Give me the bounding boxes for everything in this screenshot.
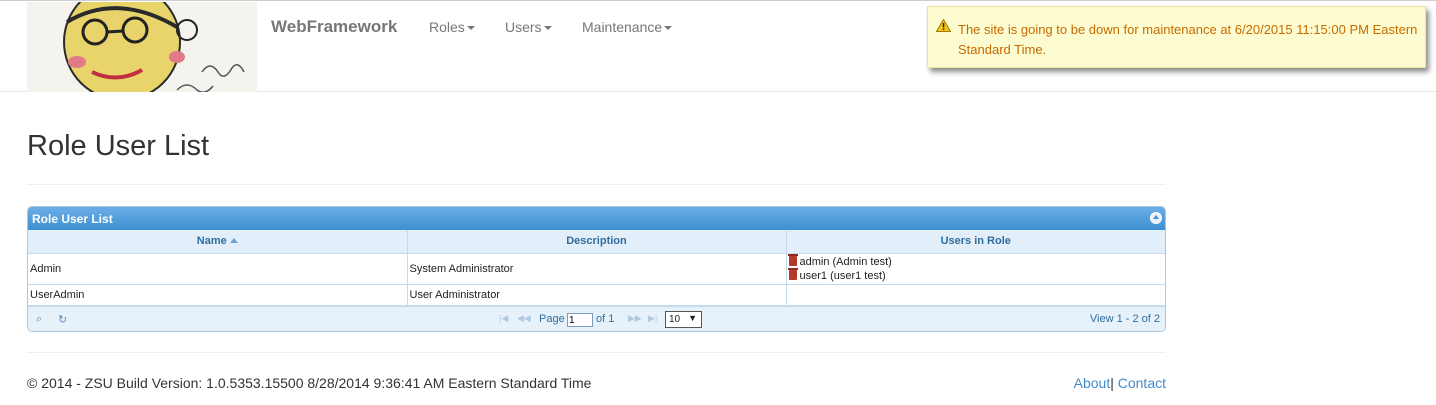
grid-table: Name Description Users in Role Admin Sys… bbox=[28, 230, 1165, 306]
nav-roles-dropdown[interactable]: Roles bbox=[429, 19, 475, 35]
page-label: Page bbox=[539, 313, 565, 325]
caret-down-icon bbox=[466, 26, 475, 31]
cell-description: System Administrator bbox=[407, 253, 787, 285]
column-header-label: Name bbox=[196, 235, 227, 248]
record-count: View 1 - 2 of 2 bbox=[1089, 313, 1160, 325]
nav-maintenance-label: Maintenance bbox=[582, 19, 663, 35]
collapse-grid-button[interactable] bbox=[1150, 212, 1162, 224]
nav-roles-label: Roles bbox=[429, 19, 465, 35]
caret-down-icon bbox=[664, 26, 673, 31]
grid-caption-title: Role User List bbox=[32, 212, 113, 226]
next-page-icon[interactable]: ▶▶ bbox=[628, 313, 642, 324]
page-number-input[interactable] bbox=[567, 313, 593, 327]
divider bbox=[27, 184, 1166, 185]
column-header-name[interactable]: Name bbox=[28, 230, 408, 254]
nav-users-label: Users bbox=[505, 19, 542, 35]
column-header-description[interactable]: Description bbox=[407, 230, 787, 254]
rows-per-page-select[interactable]: 10 ▼ bbox=[665, 311, 702, 328]
grid-pager: ⌕ ↻ |◀ ◀◀ Page of 1 ▶▶ ▶| 10 ▼ View 1 - … bbox=[28, 306, 1165, 331]
maintenance-alert: The site is going to be down for mainten… bbox=[927, 6, 1426, 68]
footer-links: About| Contact bbox=[1074, 375, 1166, 391]
first-page-icon[interactable]: |◀ bbox=[499, 313, 508, 324]
page-total: of 1 bbox=[596, 313, 615, 325]
caret-down-icon bbox=[543, 26, 552, 31]
role-user-grid: Role User List Name Description Users in… bbox=[27, 206, 1166, 332]
nav-maintenance-dropdown[interactable]: Maintenance bbox=[582, 19, 673, 35]
about-link[interactable]: About bbox=[1074, 375, 1111, 391]
role-user-link[interactable]: user1 (user1 test) bbox=[787, 267, 1166, 283]
role-user-label: admin (Admin test) bbox=[799, 255, 892, 268]
search-icon[interactable]: ⌕ bbox=[36, 313, 42, 326]
prev-page-icon[interactable]: ◀◀ bbox=[517, 313, 531, 324]
page-title: Role User List bbox=[27, 130, 210, 162]
cell-users bbox=[786, 284, 1165, 306]
footer-divider bbox=[27, 352, 1166, 353]
brand-title[interactable]: WebFramework bbox=[271, 17, 397, 37]
grid-caption: Role User List bbox=[28, 207, 1165, 230]
role-user-label: user1 (user1 test) bbox=[799, 269, 886, 282]
cell-name: Admin bbox=[28, 253, 408, 285]
chevron-down-icon: ▼ bbox=[688, 313, 697, 323]
rows-per-page-value: 10 bbox=[669, 314, 681, 325]
footer-build-info: © 2014 - ZSU Build Version: 1.0.5353.155… bbox=[27, 375, 592, 391]
last-page-icon[interactable]: ▶| bbox=[648, 313, 657, 324]
contact-link[interactable]: Contact bbox=[1118, 375, 1166, 391]
cell-users: admin (Admin test) user1 (user1 test) bbox=[786, 253, 1166, 285]
trash-icon[interactable] bbox=[787, 253, 798, 266]
table-row[interactable]: UserAdmin User Administrator bbox=[28, 284, 1165, 306]
logo-image[interactable] bbox=[27, 2, 257, 92]
nav-users-dropdown[interactable]: Users bbox=[505, 19, 552, 35]
cell-description: User Administrator bbox=[407, 284, 787, 306]
alert-message: The site is going to be down for mainten… bbox=[958, 22, 1418, 57]
sort-asc-icon bbox=[229, 238, 238, 244]
warning-icon bbox=[936, 19, 951, 32]
cell-name: UserAdmin bbox=[28, 284, 408, 306]
table-row[interactable]: Admin System Administrator admin (Admin … bbox=[28, 253, 1166, 285]
column-header-users-in-role[interactable]: Users in Role bbox=[786, 230, 1165, 254]
column-header-label: Description bbox=[566, 235, 627, 248]
column-header-label: Users in Role bbox=[940, 235, 1011, 248]
refresh-icon[interactable]: ↻ bbox=[58, 313, 67, 326]
trash-icon[interactable] bbox=[787, 267, 798, 280]
role-user-link[interactable]: admin (Admin test) bbox=[787, 253, 1166, 269]
footer-separator: | bbox=[1110, 375, 1114, 391]
